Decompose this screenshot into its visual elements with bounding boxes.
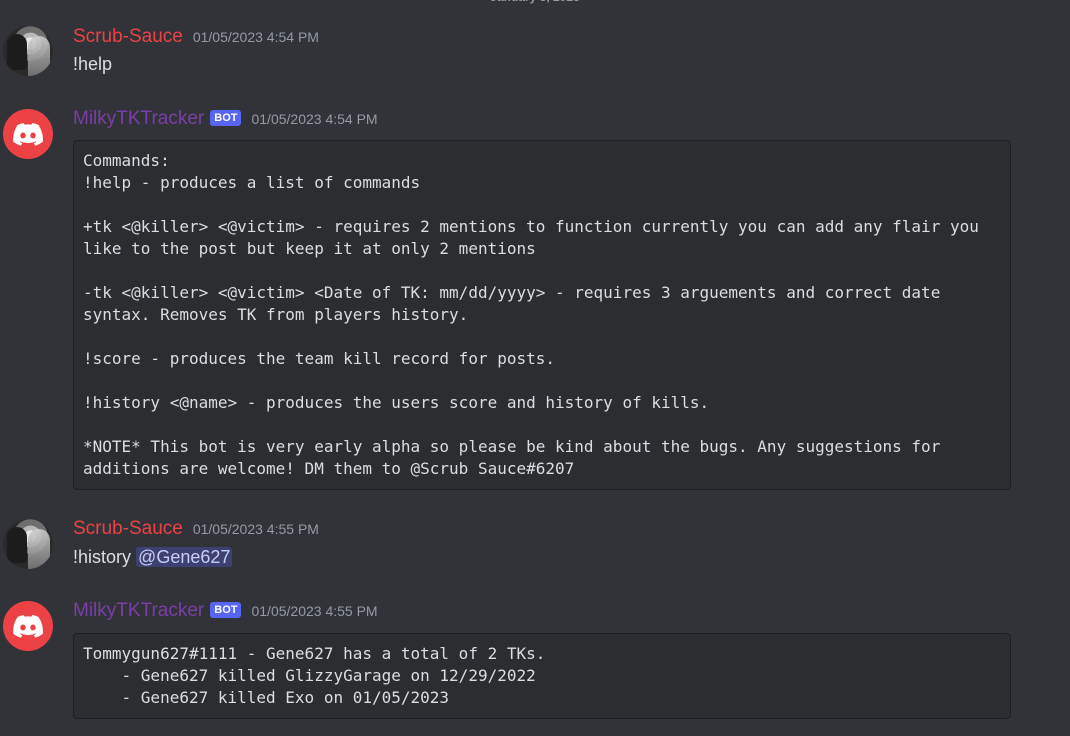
bot-tag: BOT xyxy=(210,110,242,126)
discord-logo-icon xyxy=(13,614,43,638)
user-avatar[interactable] xyxy=(3,26,53,76)
message-header: Scrub-Sauce 01/05/2023 4:55 PM xyxy=(73,518,319,540)
code-block: Commands: !help - produces a list of com… xyxy=(73,140,1011,490)
timestamp: 01/05/2023 4:54 PM xyxy=(251,111,378,127)
username[interactable]: Scrub-Sauce xyxy=(73,26,183,48)
message-header: MilkyTKTracker BOT 01/05/2023 4:54 PM xyxy=(73,108,378,130)
user-avatar[interactable] xyxy=(3,519,53,569)
timestamp: 01/05/2023 4:55 PM xyxy=(192,521,319,537)
message-header: MilkyTKTracker BOT 01/05/2023 4:55 PM xyxy=(73,600,378,622)
code-block: Tommygun627#1111 - Gene627 has a total o… xyxy=(73,633,1011,719)
message-header: Scrub-Sauce 01/05/2023 4:54 PM xyxy=(73,26,319,48)
discord-logo-icon xyxy=(13,122,43,146)
username[interactable]: Scrub-Sauce xyxy=(73,518,183,540)
user-mention[interactable]: @Gene627 xyxy=(136,547,233,567)
bot-avatar[interactable] xyxy=(3,601,53,651)
date-divider: January 5, 2023 xyxy=(0,0,1070,10)
message-text: !help xyxy=(73,54,113,74)
message-text: !history @Gene627 xyxy=(73,547,233,568)
chat-messages: January 5, 2023 Scrub-Sauce 01/05/2023 4… xyxy=(0,0,1070,736)
timestamp: 01/05/2023 4:54 PM xyxy=(192,29,319,45)
username[interactable]: MilkyTKTracker xyxy=(73,600,204,622)
command-text: !history xyxy=(73,547,132,567)
bot-avatar[interactable] xyxy=(3,109,53,159)
timestamp: 01/05/2023 4:55 PM xyxy=(251,603,378,619)
bot-tag: BOT xyxy=(210,602,242,618)
username[interactable]: MilkyTKTracker xyxy=(73,108,204,130)
